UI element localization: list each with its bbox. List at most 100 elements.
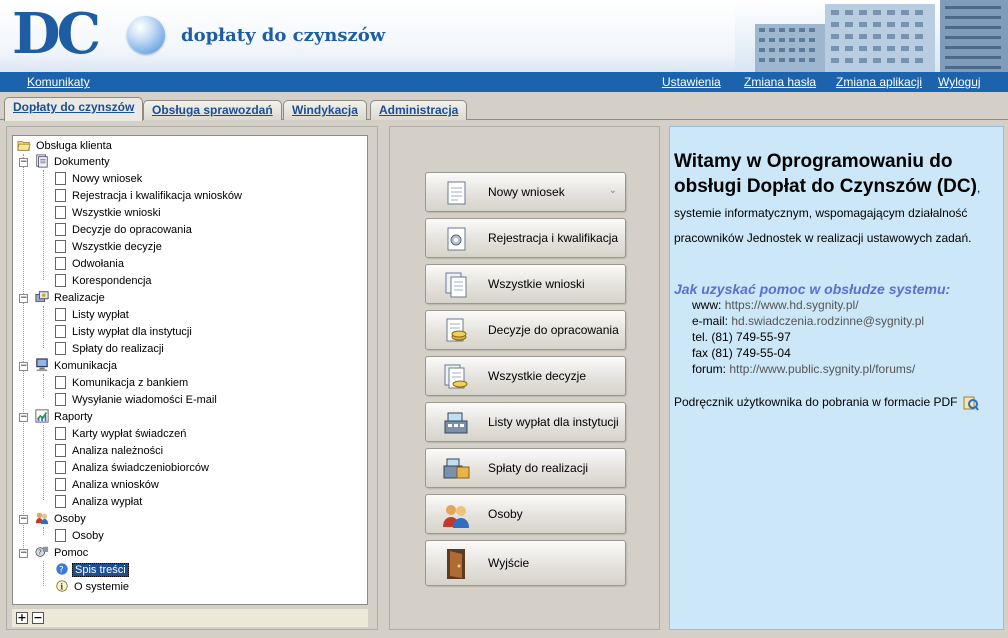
manual-download: Podręcznik użytkownika do pobrania w for… <box>674 395 999 411</box>
page-icon <box>55 494 66 508</box>
splaty-do-realizacji-button[interactable]: Spłaty do realizacji <box>425 448 626 488</box>
tree-item-analiza-wyplat[interactable]: Analiza wypłat <box>55 494 144 510</box>
decisions-icon <box>444 364 468 389</box>
page-icon <box>55 324 66 338</box>
nav-link-zmiana-hasla[interactable]: Zmiana hasła <box>744 75 816 89</box>
tree-item-rejestracja[interactable]: Rejestracja i kwalifikacja wniosków <box>55 188 244 204</box>
tree-item-listy-wyplat-instytucji[interactable]: Listy wypłat dla instytucji <box>55 324 194 340</box>
tree-group-osoby[interactable]: Osoby <box>35 511 88 527</box>
page-icon <box>55 239 66 253</box>
nav-link-komunikaty[interactable]: Komunikaty <box>27 75 90 89</box>
svg-text:?: ? <box>38 549 42 557</box>
nav-link-zmiana-aplikacji[interactable]: Zmiana aplikacji <box>836 75 922 89</box>
page-icon <box>55 443 66 457</box>
navigation-tree-panel: Obsługa klienta − Dokumenty Nowy wniosek… <box>6 126 378 630</box>
page-icon <box>55 477 66 491</box>
contact-phone: tel. (81) 749-55-97 <box>692 330 791 344</box>
pdf-download-icon[interactable] <box>963 395 979 411</box>
tree-group-realizacje[interactable]: Realizacje <box>35 290 107 306</box>
top-nav-bar: Komunikaty Ustawienia Zmiana hasła Zmian… <box>0 72 1008 92</box>
tree-item-nowy-wniosek[interactable]: Nowy wniosek <box>55 171 144 187</box>
tab-obsluga-sprawozdan[interactable]: Obsługa sprawozdań <box>143 100 282 120</box>
expand-all-button[interactable]: + <box>16 612 28 624</box>
gear-document-icon <box>447 227 466 251</box>
chart-icon <box>35 409 49 423</box>
new-document-icon <box>447 181 466 205</box>
quick-actions-panel: Nowy wniosek ⌄ Rejestracja i kwalifikacj… <box>389 126 660 630</box>
expander-osoby[interactable]: − <box>19 515 28 524</box>
tree-item-osoby[interactable]: Osoby <box>55 528 106 544</box>
open-folder-icon <box>17 141 31 151</box>
tree-group-raporty[interactable]: Raporty <box>35 409 95 425</box>
tab-windykacja[interactable]: Windykacja <box>283 100 367 120</box>
tree-item-karty-wyplat[interactable]: Karty wypłat świadczeń <box>55 426 188 442</box>
payments-icon <box>35 291 49 302</box>
tree-group-komunikacja[interactable]: Komunikacja <box>35 358 119 374</box>
tree-item-wszystkie-decyzje[interactable]: Wszystkie decyzje <box>55 239 164 255</box>
tree-item-splaty-do-realizacji[interactable]: Spłaty do realizacji <box>55 341 166 357</box>
coins-document-icon <box>446 318 467 342</box>
computer-icon <box>36 358 48 372</box>
tree-item-wysylanie-email[interactable]: Wysyłanie wiadomości E-mail <box>55 392 219 408</box>
collapse-all-button[interactable]: − <box>32 612 44 624</box>
help-circle-icon: ? <box>55 562 69 576</box>
wszystkie-decyzje-button[interactable]: Wszystkie decyzje <box>425 356 626 396</box>
tree-item-o-systemie[interactable]: iO systemie <box>55 579 131 595</box>
listy-wyplat-instytucji-button[interactable]: Listy wypłat dla instytucji <box>425 402 626 442</box>
tree-item-analiza-naleznosci[interactable]: Analiza należności <box>55 443 165 459</box>
contact-email: e-mail: hd.swiadczenia.rodzinne@sygnity.… <box>692 314 925 328</box>
page-icon <box>55 256 66 270</box>
tree-group-pomoc[interactable]: ? Pomoc <box>35 545 90 561</box>
tab-administracja[interactable]: Administracja <box>370 100 468 120</box>
expander-komunikacja[interactable]: − <box>19 362 28 371</box>
nowy-wniosek-button[interactable]: Nowy wniosek ⌄ <box>425 172 626 212</box>
people-icon <box>443 505 469 528</box>
expander-raporty[interactable]: − <box>19 413 28 422</box>
page-icon <box>55 205 66 219</box>
documents-icon <box>445 272 467 298</box>
decyzje-do-opracowania-button[interactable]: Decyzje do opracowania <box>425 310 626 350</box>
manual-text: Podręcznik użytkownika do pobrania w for… <box>674 395 958 410</box>
tree-item-korespondencja[interactable]: Korespondencja <box>55 273 154 289</box>
tree-item-spis-tresci[interactable]: ? Spis treści <box>55 562 129 578</box>
contact-fax: fax (81) 749-55-04 <box>692 346 791 360</box>
email-link[interactable]: hd.swiadczenia.rodzinne@sygnity.pl <box>731 314 924 328</box>
expander-dokumenty[interactable]: − <box>19 158 28 167</box>
tab-doplaty[interactable]: Dopłaty do czynszów <box>4 97 144 121</box>
osoby-button[interactable]: Osoby <box>425 494 626 534</box>
tree-item-listy-wyplat[interactable]: Listy wypłat <box>55 307 131 323</box>
nav-link-ustawienia[interactable]: Ustawienia <box>662 75 721 89</box>
welcome-heading: Witamy w Oprogramowaniu do obsługi Dopła… <box>674 151 977 197</box>
tree-item-analiza-swiadczeniobiorcow[interactable]: Analiza świadczeniobiorców <box>55 460 211 476</box>
contact-www: www: https://www.hd.sygnity.pl/ <box>692 298 859 312</box>
tree-root[interactable]: Obsługa klienta <box>17 138 114 154</box>
tree-item-analiza-wnioskow[interactable]: Analiza wniosków <box>55 477 161 493</box>
expander-realizacje[interactable]: − <box>19 294 28 303</box>
rejestracja-button[interactable]: Rejestracja i kwalifikacja <box>425 218 626 258</box>
navigation-tree: Obsługa klienta − Dokumenty Nowy wniosek… <box>12 135 368 605</box>
chevron-down-icon: ⌄ <box>608 185 617 196</box>
tree-item-wszystkie-wnioski[interactable]: Wszystkie wnioski <box>55 205 163 221</box>
orb-icon <box>127 16 165 54</box>
tree-item-komunikacja-z-bankiem[interactable]: Komunikacja z bankiem <box>55 375 190 391</box>
nav-link-wyloguj[interactable]: Wyloguj <box>938 75 981 89</box>
app-title: dopłaty do czynszów <box>181 25 386 46</box>
wszystkie-wnioski-button[interactable]: Wszystkie wnioski <box>425 264 626 304</box>
expander-pomoc[interactable]: − <box>19 549 28 558</box>
wyjscie-button[interactable]: Wyjście <box>425 540 626 586</box>
page-icon <box>55 460 66 474</box>
svg-text:?: ? <box>59 566 64 576</box>
page-icon <box>55 392 66 406</box>
page-icon <box>55 528 66 542</box>
tree-item-odwolania[interactable]: Odwołania <box>55 256 126 272</box>
forum-link[interactable]: http://www.public.sygnity.pl/forums/ <box>729 362 915 376</box>
exit-door-icon <box>447 549 465 579</box>
info-icon: i <box>56 580 68 592</box>
www-link[interactable]: https://www.hd.sygnity.pl/ <box>725 298 859 312</box>
document-icon <box>36 154 48 168</box>
tree-group-dokumenty[interactable]: Dokumenty <box>35 154 112 170</box>
page-icon <box>55 222 66 236</box>
page-icon <box>55 171 66 185</box>
page-icon <box>55 375 66 389</box>
tree-item-decyzje-do-opracowania[interactable]: Decyzje do opracowania <box>55 222 194 238</box>
